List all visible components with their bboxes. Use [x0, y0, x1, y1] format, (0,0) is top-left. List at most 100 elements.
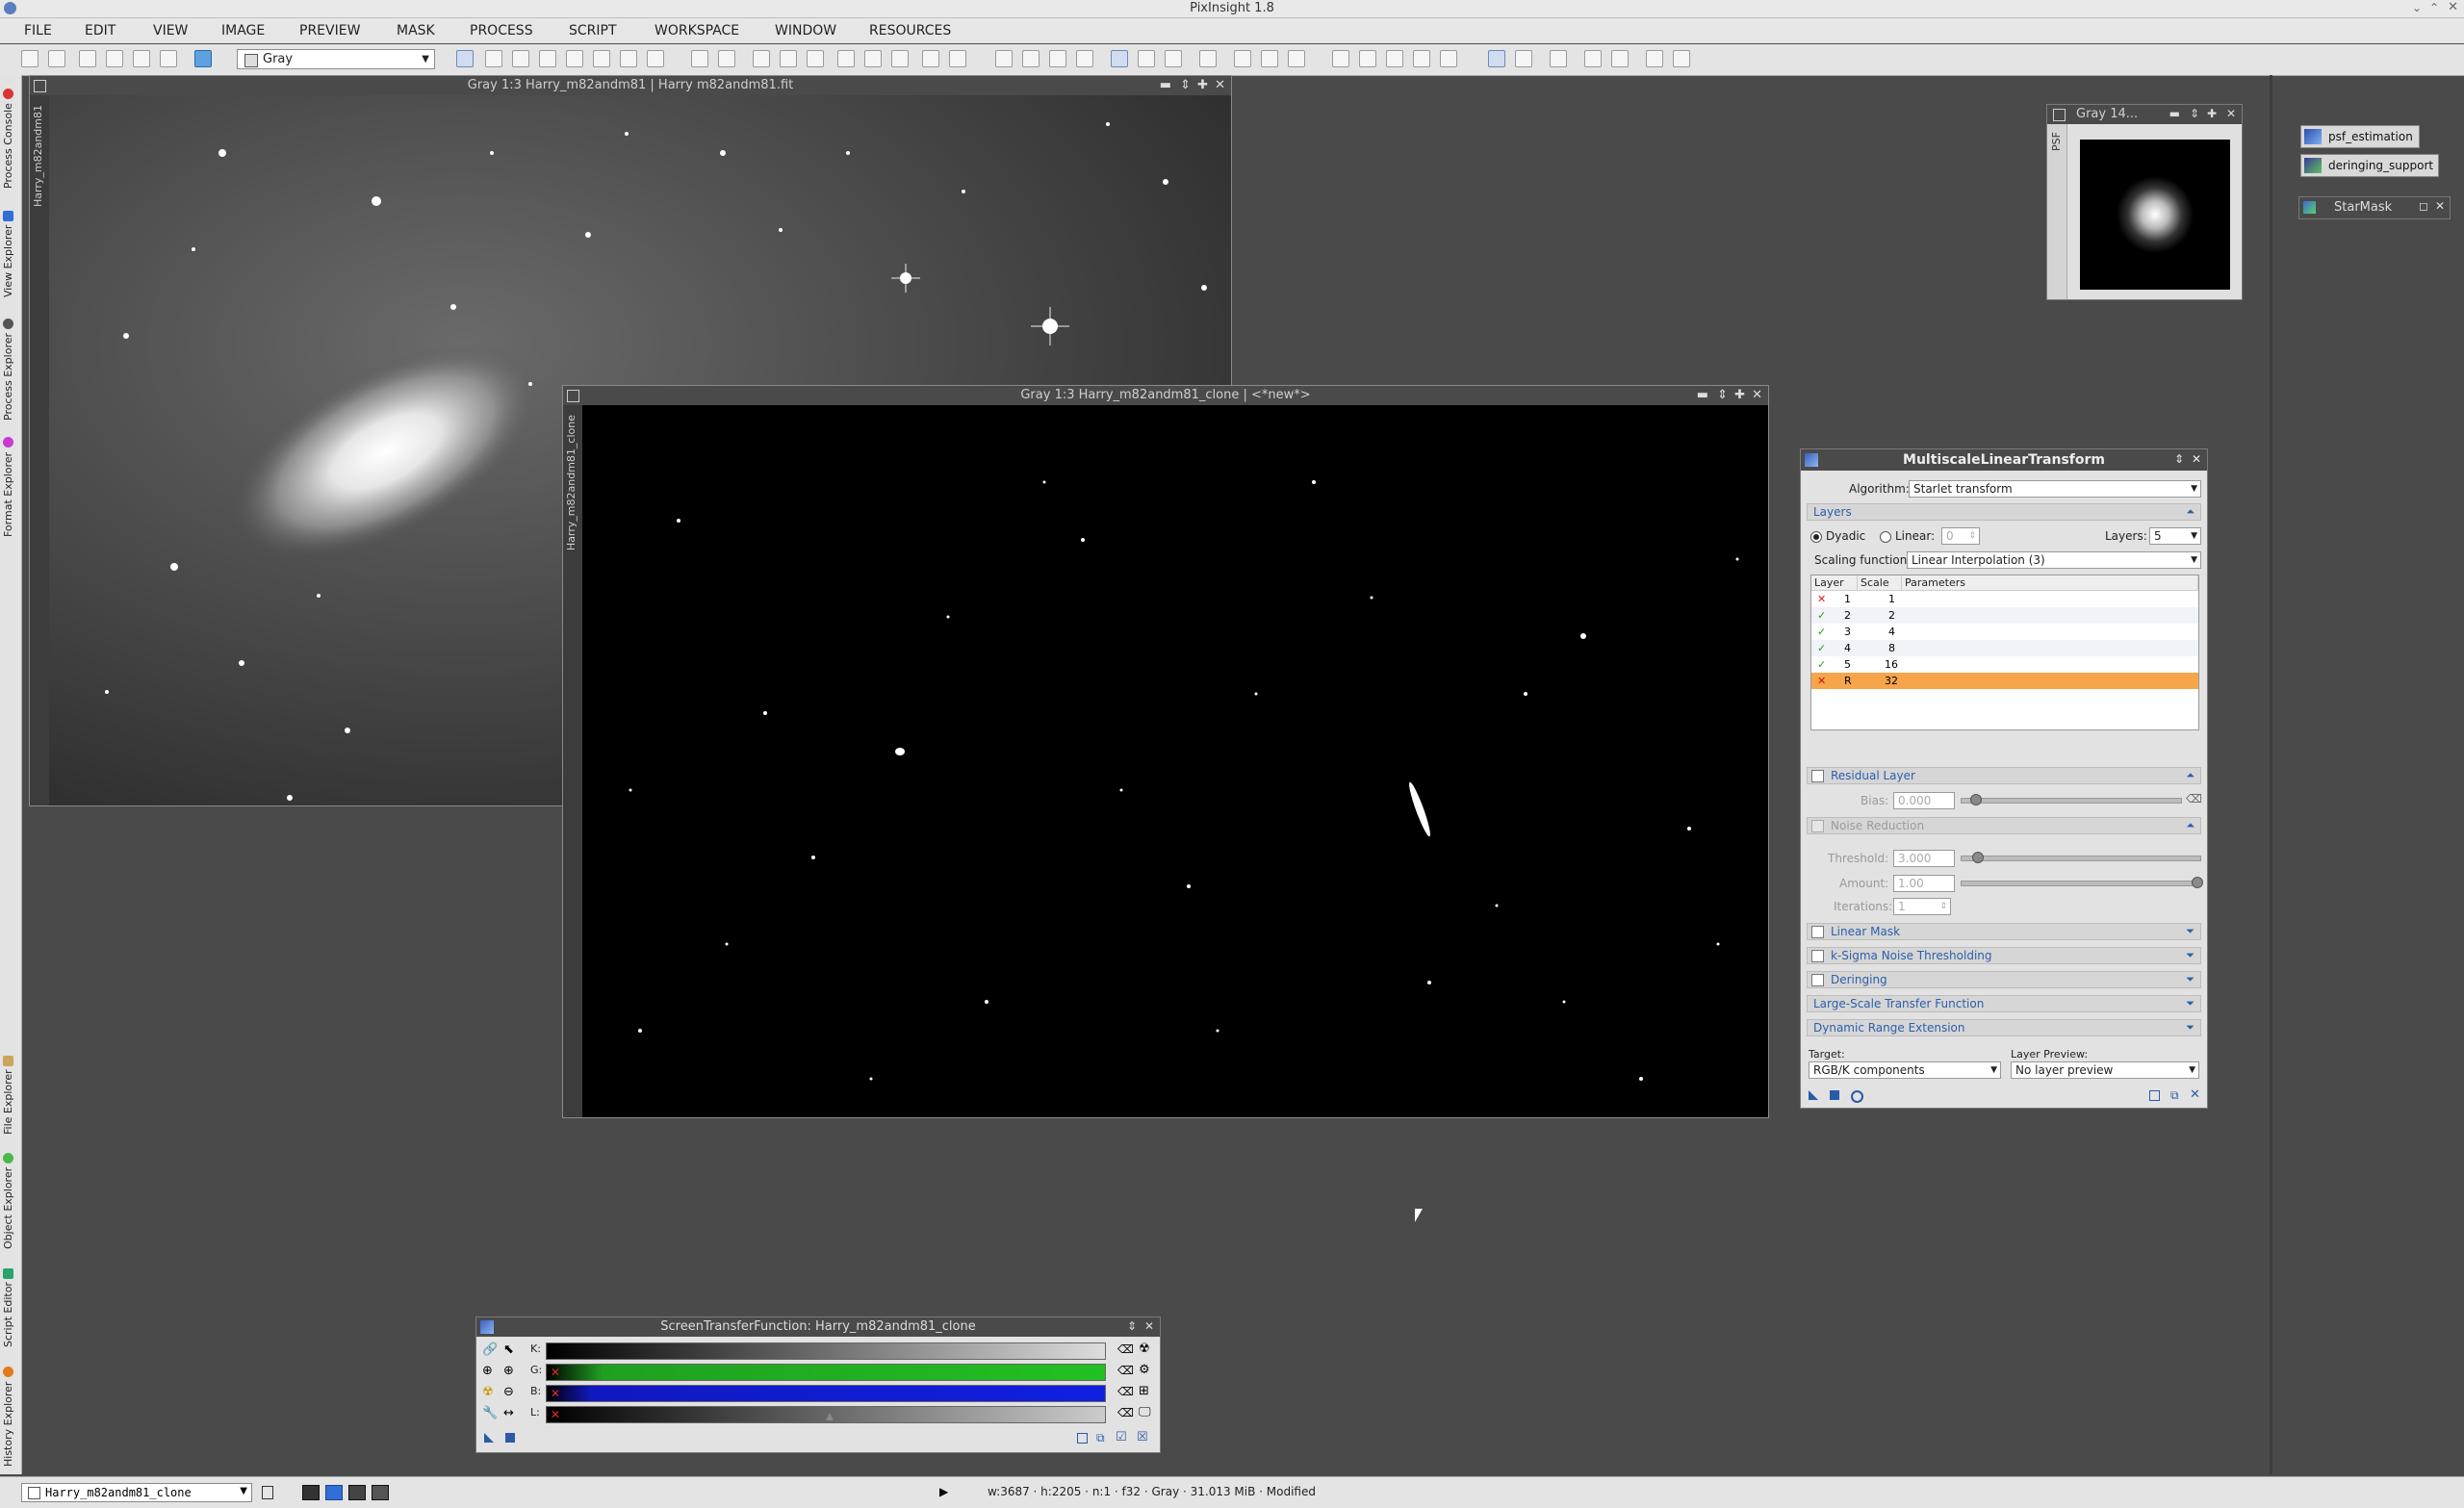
reset-channel-icon[interactable]: ⌫	[1117, 1385, 1134, 1398]
track-view-icon[interactable]: ⧉	[1096, 1431, 1105, 1445]
deringing-section[interactable]: Deringing ⏷	[1807, 971, 2201, 988]
toolbar-button[interactable]	[566, 50, 583, 67]
reset-bias-icon[interactable]: ⌫	[2186, 792, 2202, 805]
track-view-icon[interactable]: ⧉	[2170, 1088, 2179, 1103]
toolbar-button[interactable]	[133, 50, 150, 67]
starmask-panel-collapsed[interactable]: StarMask ◻ ✕	[2298, 196, 2451, 219]
toolbar-button[interactable]	[1261, 50, 1278, 67]
tab-process-explorer[interactable]: Process Explorer	[2, 312, 19, 427]
bias-field[interactable]: 0.000	[1893, 792, 1955, 809]
toolbar-button[interactable]	[1386, 50, 1403, 67]
close-app-icon[interactable]: ✕	[2448, 0, 2458, 14]
toolbar-button[interactable]	[1359, 50, 1376, 67]
toolbar-button[interactable]	[1199, 50, 1217, 67]
mask-icon[interactable]	[1111, 50, 1128, 67]
layers-count-spinbox[interactable]: 5 ▼	[2149, 527, 2201, 545]
dynamic-range-section[interactable]: Dynamic Range Extension ⏷	[1807, 1019, 2201, 1036]
clone-window-titlebar[interactable]: Gray 1:3 Harry_m82andm81_clone | <*new*>…	[563, 386, 1768, 406]
preview-icon[interactable]	[949, 50, 966, 67]
toolbar-button[interactable]	[1440, 50, 1457, 67]
menu-file[interactable]: FILE	[24, 23, 52, 38]
channel-mode-icon[interactable]	[302, 1485, 320, 1500]
undo-icon[interactable]	[21, 50, 38, 67]
layers-section-header[interactable]: Layers ⏶	[1807, 503, 2201, 521]
mlt-titlebar[interactable]: MultiscaleLinearTransform ⇕ ✕	[1801, 449, 2207, 471]
menu-image[interactable]: IMAGE	[221, 23, 265, 38]
toolbar-button[interactable]	[1332, 50, 1349, 67]
shade-icon[interactable]: ⇕	[1127, 1319, 1137, 1333]
tab-script-editor[interactable]: Script Editor	[2, 1261, 19, 1355]
view-mode-select[interactable]: Gray ▼	[237, 49, 435, 69]
view-id-tab[interactable]: PSF	[2050, 132, 2063, 151]
shade-icon[interactable]: ⇕	[2174, 452, 2184, 466]
real-time-preview-icon[interactable]	[1851, 1090, 1863, 1103]
move-tool-icon[interactable]	[539, 50, 556, 67]
algorithm-select[interactable]: Starlet transform ▼	[1909, 480, 2201, 498]
settings-icon[interactable]: ⚙	[1139, 1363, 1150, 1377]
tab-view-explorer[interactable]: View Explorer	[2, 202, 19, 306]
browse-docs-icon[interactable]	[1077, 1433, 1088, 1444]
preview-icon[interactable]	[837, 50, 855, 67]
view-id-tab[interactable]: Harry_m82andm81	[32, 105, 44, 207]
mask-icon[interactable]	[1049, 50, 1066, 67]
reset-icon[interactable]: ☒	[1137, 1430, 1148, 1444]
process-icon-psf-estimation[interactable]: psf_estimation	[2300, 125, 2420, 148]
image-window-clone[interactable]: Gray 1:3 Harry_m82andm81_clone | <*new*>…	[562, 385, 1769, 1118]
threshold-field[interactable]: 3.000	[1893, 850, 1955, 867]
channel-mode-icon[interactable]	[372, 1485, 389, 1500]
readout-mode-icon[interactable]	[456, 50, 474, 67]
residual-layer-checkbox[interactable]	[1811, 770, 1824, 782]
psf-image[interactable]	[2080, 140, 2230, 290]
large-scale-transfer-section[interactable]: Large-Scale Transfer Function ⏷	[1807, 995, 2201, 1012]
window-menu-icon[interactable]	[2053, 109, 2066, 121]
close-icon[interactable]: ✕	[1215, 78, 1225, 92]
scaling-function-select[interactable]: Linear Interpolation (3) ▼	[1907, 551, 2201, 569]
target-select[interactable]: RGB/K components ▼	[1809, 1061, 2001, 1079]
menu-resources[interactable]: RESOURCES	[869, 23, 951, 38]
linear-mask-section[interactable]: Linear Mask ⏷	[1807, 923, 2201, 940]
auto-stretch-icon[interactable]: ☢	[1139, 1342, 1150, 1356]
tab-object-explorer[interactable]: Object Explorer	[2, 1149, 19, 1253]
pan-icon[interactable]: ↔	[503, 1406, 514, 1420]
toolbar-button[interactable]	[593, 50, 610, 67]
clone-image[interactable]	[582, 405, 1768, 1117]
menu-script[interactable]: SCRIPT	[569, 23, 617, 38]
threshold-slider-handle[interactable]	[1972, 852, 1984, 863]
screen-icon[interactable]	[1550, 50, 1567, 67]
zoom-in-icon[interactable]: ⊕	[503, 1364, 514, 1378]
ksigma-checkbox[interactable]	[1811, 950, 1824, 962]
play-icon[interactable]: ▶	[939, 1485, 948, 1498]
preview-icon[interactable]	[864, 50, 882, 67]
tab-file-explorer[interactable]: File Explorer	[2, 1047, 19, 1143]
screen-icon[interactable]	[1584, 50, 1602, 67]
new-instance-icon[interactable]	[484, 1433, 494, 1443]
minimize-icon[interactable]: ▬	[1697, 388, 1708, 402]
close-icon[interactable]: ✕	[2192, 452, 2201, 466]
reset-icon[interactable]: ✕	[2190, 1087, 2200, 1102]
apply-check-icon[interactable]: ☑	[1116, 1430, 1127, 1444]
table-row[interactable]: ✓ 4 8	[1811, 640, 2198, 656]
channel-b-slider[interactable]: ✕	[546, 1385, 1106, 1402]
zoom-fit-icon[interactable]	[780, 50, 797, 67]
amount-field[interactable]: 1.00	[1893, 875, 1955, 892]
maximize-icon[interactable]: ✚	[1197, 78, 1208, 92]
menu-preview[interactable]: PREVIEW	[299, 23, 360, 38]
apply-icon[interactable]	[505, 1433, 515, 1443]
amount-slider-handle[interactable]	[2192, 877, 2203, 888]
psf-window-titlebar[interactable]: Gray 14... ▬ ⇕ ✚ ✕	[2047, 105, 2242, 124]
threshold-slider[interactable]	[1961, 856, 2201, 861]
toolbar-button[interactable]	[1288, 50, 1305, 67]
maximize-icon[interactable]: ✚	[2207, 107, 2217, 120]
close-icon[interactable]: ✕	[1752, 388, 1762, 402]
column-header-layer[interactable]: Layer	[1811, 575, 1858, 591]
browse-docs-icon[interactable]	[2149, 1090, 2160, 1101]
close-icon[interactable]: ✕	[2435, 199, 2445, 213]
zoom-1-1-icon[interactable]	[753, 50, 770, 67]
deringing-checkbox[interactable]	[1811, 974, 1824, 986]
ksigma-section[interactable]: k-Sigma Noise Thresholding ⏷	[1807, 947, 2201, 964]
table-row[interactable]: ✓ 2 2	[1811, 607, 2198, 624]
stf-titlebar[interactable]: ScreenTransferFunction: Harry_m82andm81_…	[476, 1317, 1160, 1337]
mask-icon[interactable]	[1165, 50, 1182, 67]
shade-icon[interactable]: ⇕	[1717, 388, 1728, 402]
zoom-in-icon[interactable]	[691, 50, 708, 67]
